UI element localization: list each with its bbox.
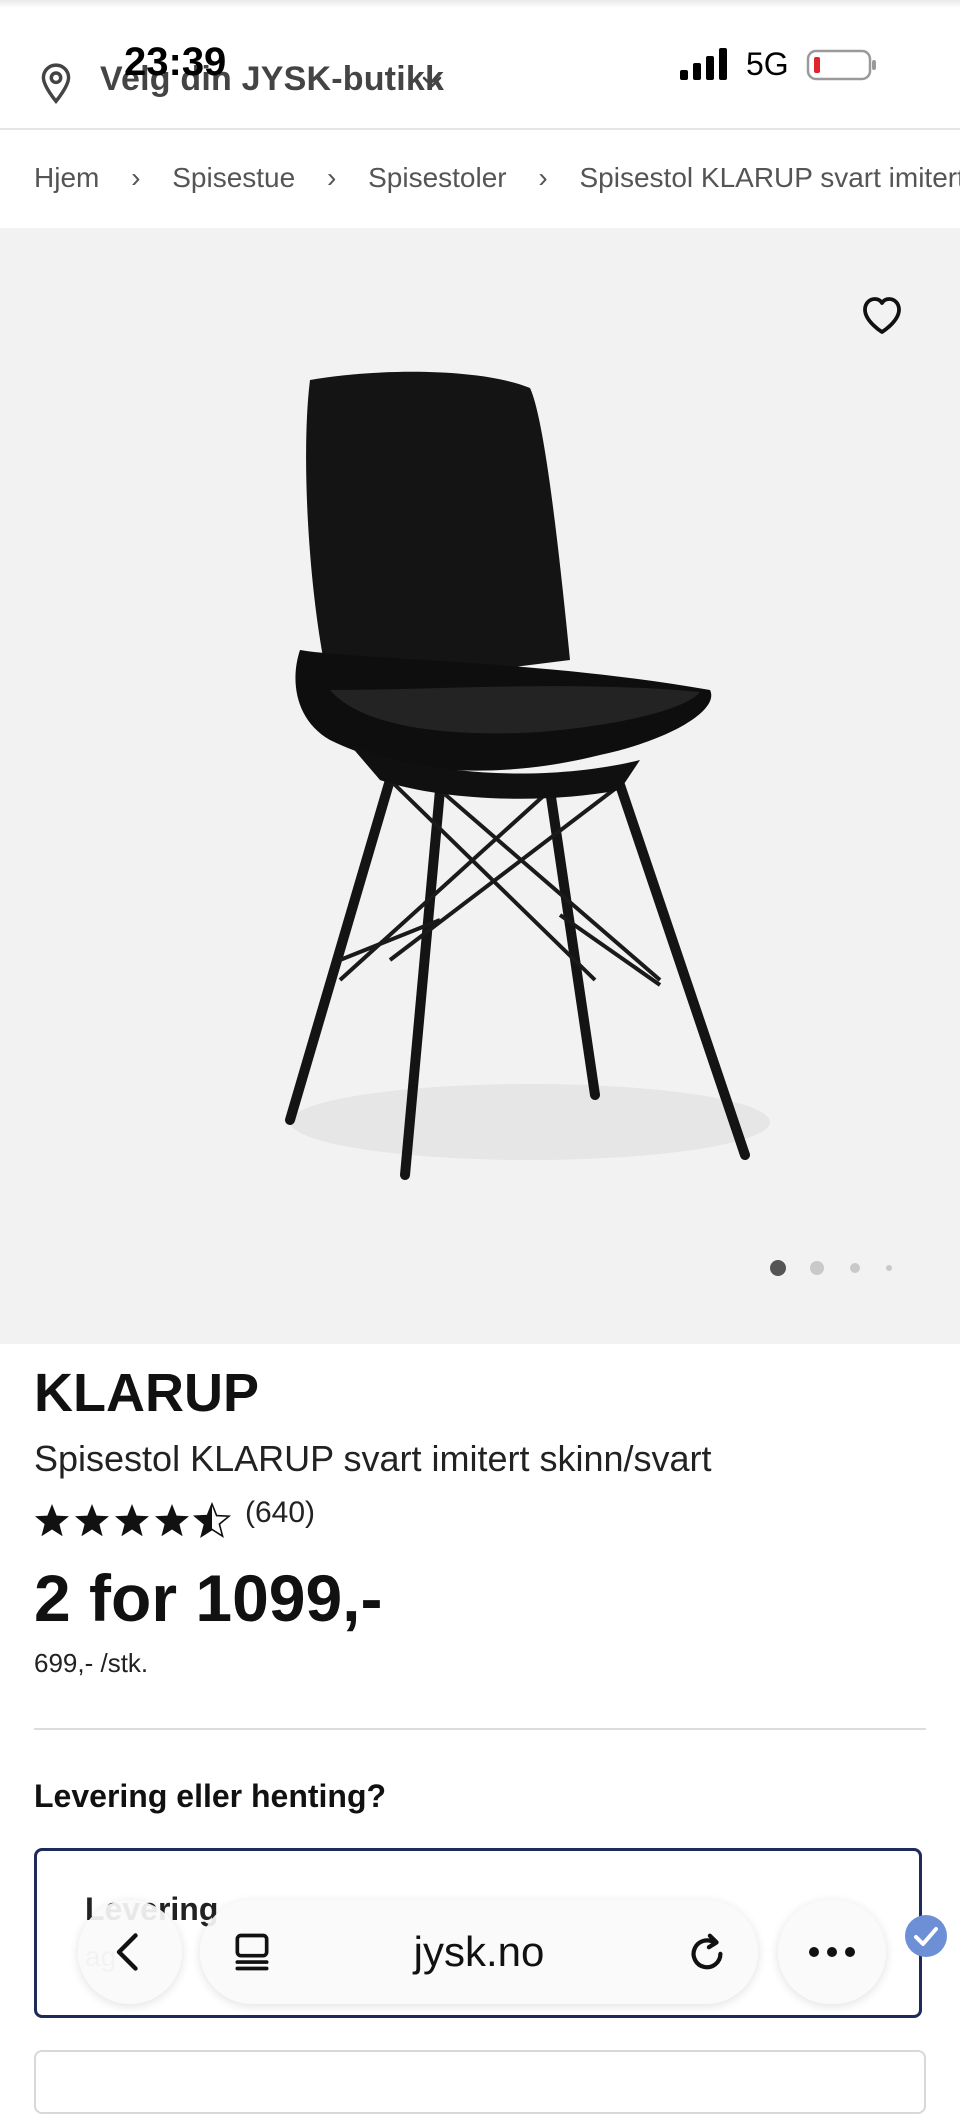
product-image-chair[interactable]	[240, 360, 780, 1200]
url-text[interactable]: jysk.no	[200, 1928, 758, 1976]
product-name: Spisestol KLARUP svart imitert skinn/sva…	[34, 1438, 712, 1480]
top-fade	[0, 0, 960, 8]
network-type: 5G	[746, 46, 789, 83]
star-icon	[115, 1504, 149, 1536]
gallery-dot-2[interactable]	[810, 1261, 824, 1275]
more-options-button[interactable]	[778, 1900, 886, 2004]
chevron-right-icon: ›	[538, 162, 547, 194]
chevron-right-icon: ›	[327, 162, 336, 194]
delivery-heading: Levering eller henting?	[34, 1778, 386, 1815]
product-price: 2 for 1099,-	[34, 1560, 383, 1636]
product-brand: KLARUP	[34, 1362, 259, 1424]
breadcrumb-item-home[interactable]: Hjem	[34, 162, 99, 194]
half-star-icon	[195, 1504, 229, 1536]
breadcrumb-item-current: Spisestol KLARUP svart imitert skinn/sva…	[580, 162, 960, 194]
heart-icon[interactable]	[858, 292, 906, 336]
star-icon	[35, 1504, 69, 1536]
battery-low-icon	[806, 48, 878, 82]
gallery-pagination	[768, 1258, 898, 1278]
breadcrumb-item-dining-chairs[interactable]: Spisestoler	[368, 162, 507, 194]
unit-price: 699,- /stk.	[34, 1648, 148, 1679]
star-rating[interactable]	[34, 1498, 234, 1542]
gallery-dot-3[interactable]	[850, 1263, 860, 1273]
chevron-right-icon: ›	[131, 162, 140, 194]
checkmark-badge-icon	[904, 1914, 948, 1958]
address-bar[interactable]: jysk.no	[200, 1900, 758, 2004]
more-dots-icon	[806, 1946, 858, 1958]
location-pin-icon[interactable]	[36, 62, 76, 106]
browser-back-button[interactable]	[78, 1900, 182, 2004]
breadcrumb: Hjem › Spisestue › Spisestoler › Spisest…	[34, 160, 960, 200]
review-count[interactable]: (640)	[245, 1496, 315, 1530]
chevron-left-icon	[108, 1930, 152, 1974]
divider	[34, 1728, 926, 1730]
reload-icon[interactable]	[684, 1928, 730, 1976]
gallery-dot-4[interactable]	[886, 1265, 892, 1271]
chevron-down-icon[interactable]	[420, 70, 444, 94]
pickup-option-card[interactable]	[34, 2050, 926, 2114]
gallery-dot-1[interactable]	[770, 1260, 786, 1276]
breadcrumb-item-dining-room[interactable]: Spisestue	[172, 162, 295, 194]
signal-bars-icon	[680, 48, 732, 82]
star-icon	[155, 1504, 189, 1536]
status-time: 23:39	[124, 40, 226, 85]
star-icon	[75, 1504, 109, 1536]
